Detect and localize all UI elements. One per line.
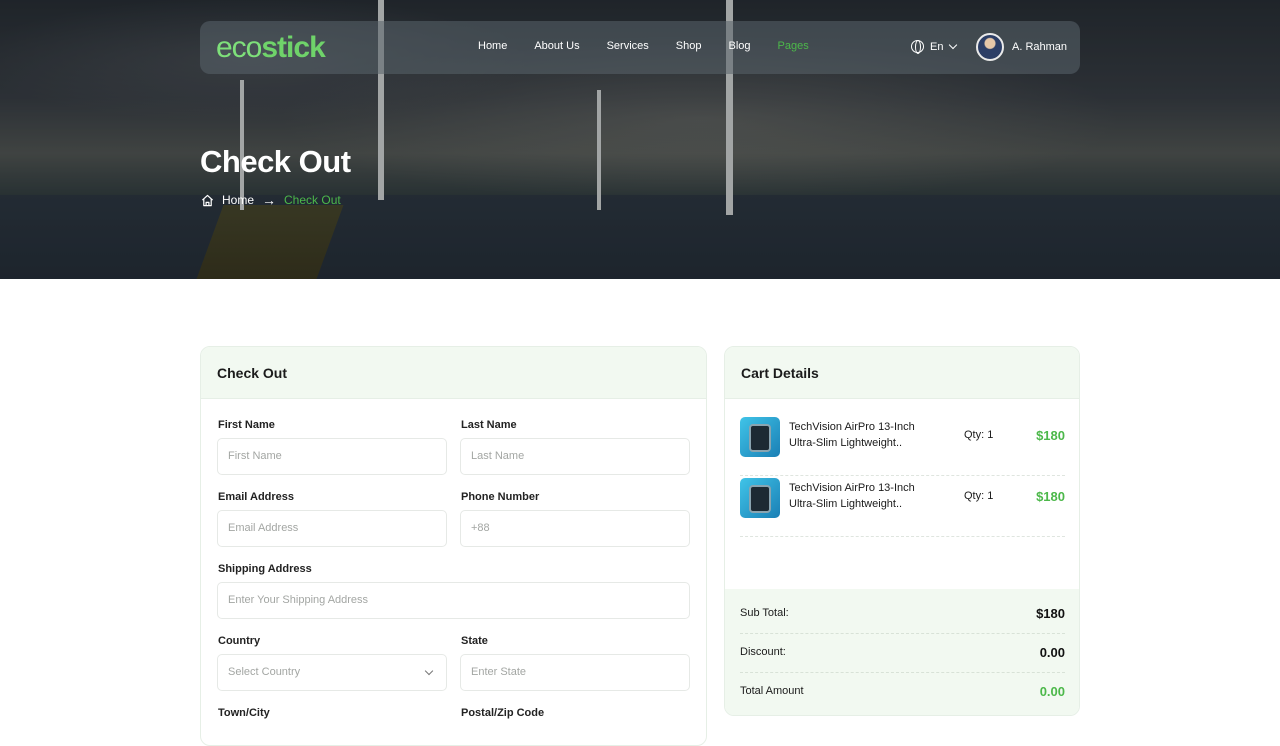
brand-logo[interactable]: ecostick xyxy=(216,31,326,65)
product-qty: Qty: 1 xyxy=(964,490,994,502)
nav-home[interactable]: Home xyxy=(478,40,507,52)
cart-summary: Sub Total: $180 Discount: 0.00 Total Amo… xyxy=(725,589,1079,715)
discount-label: Discount: xyxy=(740,646,786,658)
cart-details-card: Cart Details TechVision AirPro 13-Inch U… xyxy=(724,346,1080,716)
postal-code-label: Postal/Zip Code xyxy=(461,707,545,719)
cart-item: TechVision AirPro 13-Inch Ultra-Slim Lig… xyxy=(740,415,1065,476)
last-name-label: Last Name xyxy=(461,419,517,431)
chevron-down-icon xyxy=(949,40,958,50)
subtotal-row: Sub Total: $180 xyxy=(740,595,1065,634)
product-qty: Qty: 1 xyxy=(964,429,994,441)
product-name[interactable]: TechVision AirPro 13-Inch Ultra-Slim Lig… xyxy=(789,419,939,451)
cart-item: TechVision AirPro 13-Inch Ultra-Slim Lig… xyxy=(740,476,1065,537)
total-value: 0.00 xyxy=(1039,684,1065,699)
shipping-address-field[interactable]: Enter Your Shipping Address xyxy=(217,582,690,619)
home-icon xyxy=(201,194,214,206)
shipping-address-label: Shipping Address xyxy=(218,563,312,575)
breadcrumb: Home → Check Out xyxy=(201,192,341,208)
breadcrumb-home[interactable]: Home xyxy=(222,193,254,207)
product-thumbnail[interactable] xyxy=(740,478,780,518)
globe-icon xyxy=(911,40,924,54)
language-label: En xyxy=(930,40,944,53)
breadcrumb-current: Check Out xyxy=(284,193,341,207)
phone-field[interactable]: +88 xyxy=(460,510,690,547)
discount-value: 0.00 xyxy=(1039,645,1065,660)
cart-heading: Cart Details xyxy=(725,347,1079,399)
checkout-form-card: Check Out First Name First Name Last Nam… xyxy=(200,346,707,746)
avatar xyxy=(976,33,1004,61)
top-navbar: ecostick Home About Us Services Shop Blo… xyxy=(200,21,1080,74)
first-name-field[interactable]: First Name xyxy=(217,438,447,475)
total-row: Total Amount 0.00 xyxy=(740,673,1065,712)
nav-about-us[interactable]: About Us xyxy=(534,40,579,52)
language-selector[interactable]: En xyxy=(911,40,958,54)
state-label: State xyxy=(461,635,488,647)
state-field[interactable]: Enter State xyxy=(460,654,690,691)
total-label: Total Amount xyxy=(740,685,804,697)
email-label: Email Address xyxy=(218,491,295,503)
phone-label: Phone Number xyxy=(461,491,540,503)
subtotal-value: $180 xyxy=(1036,606,1065,621)
user-menu[interactable]: A. Rahman xyxy=(976,33,1067,61)
subtotal-label: Sub Total: xyxy=(740,607,789,619)
nav-blog[interactable]: Blog xyxy=(728,40,750,52)
arrow-right-icon: → xyxy=(262,192,277,208)
town-city-label: Town/City xyxy=(218,707,270,719)
product-price: $180 xyxy=(1036,489,1065,504)
user-name: A. Rahman xyxy=(1012,41,1068,53)
product-thumbnail[interactable] xyxy=(740,417,780,457)
main-menu: Home About Us Services Shop Blog Pages xyxy=(478,40,836,52)
nav-services[interactable]: Services xyxy=(607,40,649,52)
page-title: Check Out xyxy=(200,144,351,179)
nav-shop[interactable]: Shop xyxy=(676,40,702,52)
chevron-down-icon xyxy=(424,666,434,676)
country-label: Country xyxy=(218,635,261,647)
country-select[interactable]: Select Country xyxy=(217,654,447,691)
first-name-label: First Name xyxy=(218,419,275,431)
nav-pages[interactable]: Pages xyxy=(778,40,809,52)
last-name-field[interactable]: Last Name xyxy=(460,438,690,475)
checkout-heading: Check Out xyxy=(201,347,706,399)
product-price: $180 xyxy=(1036,428,1065,443)
discount-row: Discount: 0.00 xyxy=(740,634,1065,673)
email-field[interactable]: Email Address xyxy=(217,510,447,547)
product-name[interactable]: TechVision AirPro 13-Inch Ultra-Slim Lig… xyxy=(789,480,939,512)
country-select-value: Select Country xyxy=(228,666,301,678)
